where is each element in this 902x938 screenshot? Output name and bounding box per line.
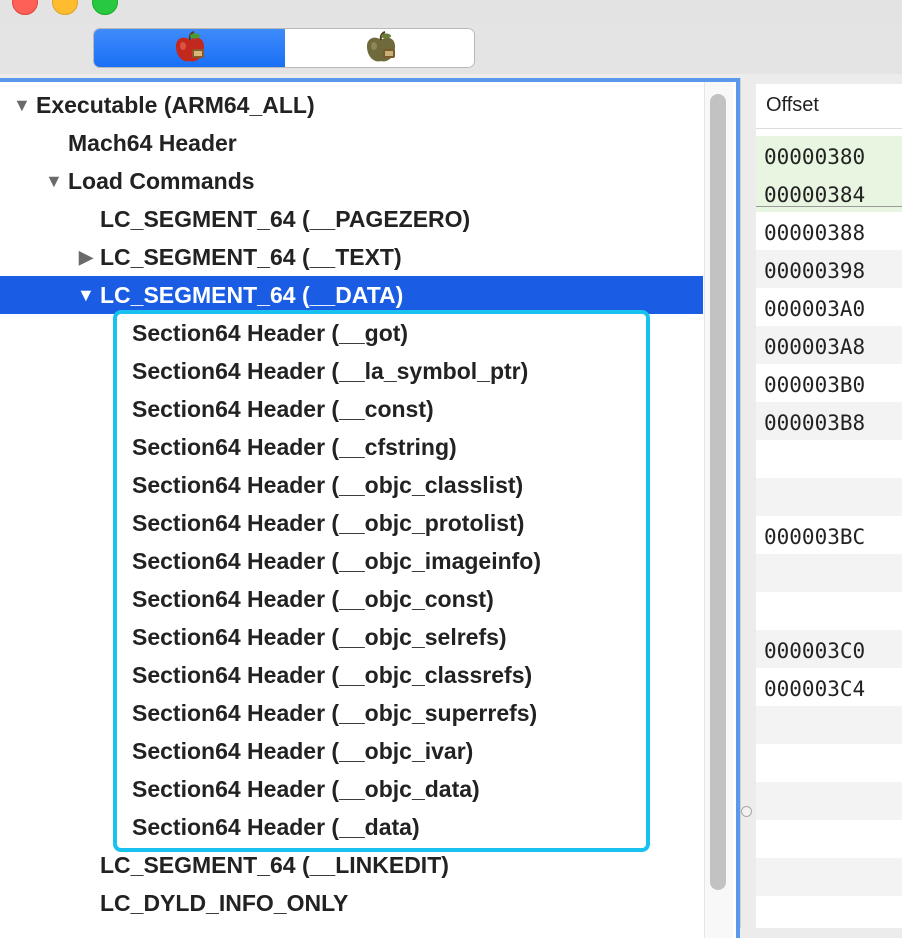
- table-row[interactable]: [756, 782, 902, 820]
- column-header-label: Offset: [766, 94, 819, 116]
- table-row[interactable]: [756, 820, 902, 858]
- minimize-window-button[interactable]: [52, 0, 78, 15]
- offset-cell: 000003B8: [764, 411, 866, 435]
- offset-cell: 000003C4: [764, 677, 866, 701]
- toolbar: [0, 22, 902, 74]
- tree-item-segment-pagezero[interactable]: LC_SEGMENT_64 (__PAGEZERO): [0, 200, 703, 238]
- table-row[interactable]: 000003B0: [756, 364, 902, 402]
- title-bar: [0, 0, 902, 22]
- divider-grip-icon[interactable]: [741, 806, 752, 817]
- tree-item-mach-header[interactable]: Mach64 Header: [0, 124, 703, 162]
- table-row[interactable]: 000003A8: [756, 326, 902, 364]
- close-window-button[interactable]: [12, 0, 38, 15]
- tree-item-label: LC_SEGMENT_64 (__LINKEDIT): [100, 852, 449, 878]
- tree-item-executable[interactable]: ▼ Executable (ARM64_ALL): [0, 86, 703, 124]
- tree-item-label: Mach64 Header: [68, 130, 237, 156]
- table-row[interactable]: [756, 554, 902, 592]
- tree-item-label: Executable (ARM64_ALL): [36, 92, 315, 118]
- sections-highlight-box: [113, 310, 650, 852]
- table-row[interactable]: [756, 440, 902, 478]
- tree-item-segment-data[interactable]: ▼ LC_SEGMENT_64 (__DATA): [0, 276, 703, 314]
- disclosure-expanded-icon[interactable]: ▼: [77, 276, 95, 314]
- tree-item-label: LC_DYLD_INFO_ONLY: [100, 890, 349, 916]
- disclosure-expanded-icon[interactable]: ▼: [13, 86, 31, 124]
- offset-cell: 000003BC: [764, 525, 866, 549]
- table-row[interactable]: [756, 896, 902, 934]
- table-row[interactable]: [756, 478, 902, 516]
- rva-view-segment[interactable]: [285, 29, 474, 67]
- disclosure-collapsed-icon[interactable]: ▶: [79, 238, 93, 276]
- tree-item-label: Load Commands: [68, 168, 255, 194]
- disclosure-expanded-icon[interactable]: ▼: [45, 162, 63, 200]
- tree-item-label: LC_SEGMENT_64 (__TEXT): [100, 244, 402, 270]
- raw-view-icon: [175, 31, 204, 62]
- table-row[interactable]: [756, 744, 902, 782]
- table-row[interactable]: 00000398: [756, 250, 902, 288]
- tree-item-load-commands[interactable]: ▼ Load Commands: [0, 162, 703, 200]
- table-row[interactable]: [756, 706, 902, 744]
- table-row[interactable]: 000003BC: [756, 516, 902, 554]
- offset-cell: 000003A8: [764, 335, 866, 359]
- table-row[interactable]: 000003A0: [756, 288, 902, 326]
- offset-cell: 000003B0: [764, 373, 866, 397]
- table-row[interactable]: 000003C4: [756, 668, 902, 706]
- tree-item-dyld-info-only[interactable]: LC_DYLD_INFO_ONLY: [0, 884, 703, 922]
- rva-view-icon: [366, 31, 395, 62]
- row-divider: [756, 206, 902, 207]
- tree-item-label: LC_SEGMENT_64 (__DATA): [100, 282, 404, 308]
- view-mode-segmented-control: [93, 28, 475, 68]
- tree-item-segment-text[interactable]: ▶ LC_SEGMENT_64 (__TEXT): [0, 238, 703, 276]
- offset-cell: 00000388: [764, 221, 866, 245]
- raw-view-segment[interactable]: [94, 29, 285, 67]
- table-row[interactable]: 00000388: [756, 212, 902, 250]
- offset-cell: 00000380: [764, 145, 866, 169]
- offset-cell: 000003C0: [764, 639, 866, 663]
- table-row[interactable]: 000003C0: [756, 630, 902, 668]
- table-row[interactable]: 000003B8: [756, 402, 902, 440]
- detail-table: Offset 00000380 00000384 00000388 000003…: [756, 84, 902, 928]
- offset-column-header[interactable]: Offset: [756, 84, 902, 129]
- offset-cell: 00000384: [764, 183, 866, 207]
- tree-item-label: LC_SEGMENT_64 (__PAGEZERO): [100, 206, 471, 232]
- structure-outline[interactable]: ▼ Executable (ARM64_ALL) Mach64 Header ▼…: [0, 78, 740, 938]
- table-row[interactable]: 00000380: [756, 136, 902, 174]
- table-row[interactable]: [756, 858, 902, 896]
- offset-cell: 00000398: [764, 259, 866, 283]
- tree-item-segment-linkedit[interactable]: LC_SEGMENT_64 (__LINKEDIT): [0, 846, 703, 884]
- zoom-window-button[interactable]: [92, 0, 118, 15]
- outline-scrollbar-thumb[interactable]: [710, 94, 726, 890]
- split-view-divider[interactable]: [740, 78, 757, 928]
- table-row[interactable]: [756, 592, 902, 630]
- offset-cell: 000003A0: [764, 297, 866, 321]
